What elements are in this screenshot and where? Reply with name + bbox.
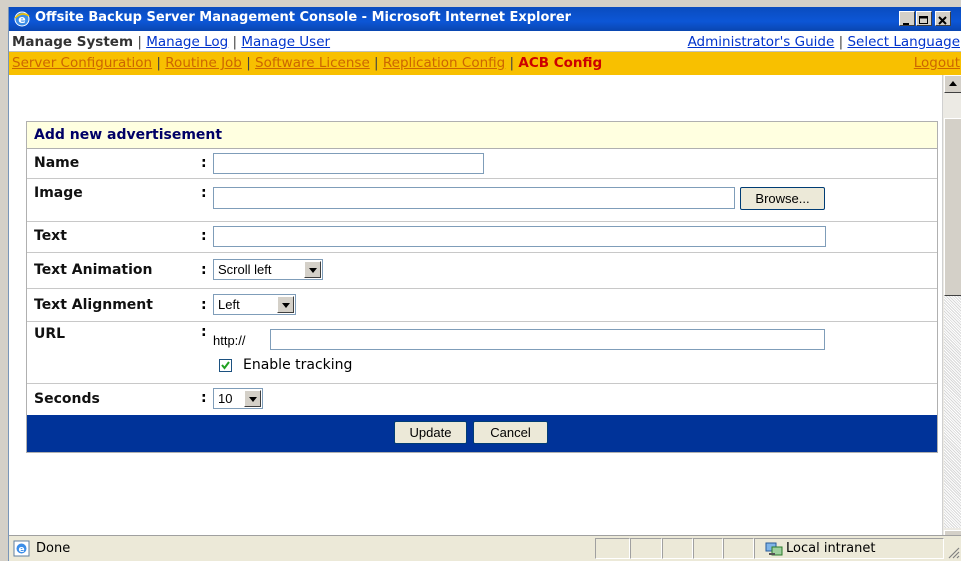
checkmark-icon [221, 361, 230, 370]
url-input[interactable] [270, 329, 825, 350]
scroll-up-button[interactable] [944, 75, 961, 93]
status-cell [630, 538, 662, 559]
nav-manage-user[interactable]: Manage User [241, 34, 330, 50]
row-name: Name : [27, 149, 937, 179]
main-nav: Manage System | Manage Log | Manage User… [9, 31, 961, 52]
status-bar: e Done Local intranet [9, 535, 961, 561]
text-animation-label: Text Animation [34, 262, 153, 278]
nav-manage-system: Manage System [12, 34, 134, 50]
update-button[interactable]: Update [394, 421, 467, 444]
nav-manage-log[interactable]: Manage Log [146, 34, 228, 50]
url-prefix: http:// [213, 333, 246, 348]
close-icon [938, 16, 947, 25]
minimize-button[interactable] [899, 11, 915, 26]
text-alignment-value: Left [218, 297, 240, 312]
resize-grip-icon[interactable] [947, 546, 960, 559]
image-label: Image [34, 185, 83, 201]
name-input[interactable] [213, 153, 484, 174]
sub-nav: Server Configuration | Routine Job | Sof… [9, 52, 961, 75]
scrollbar-thumb[interactable] [944, 118, 961, 296]
logout-link[interactable]: Logout [914, 55, 960, 71]
row-text-animation: Text Animation : Scroll left [27, 253, 937, 289]
nav-software-license[interactable]: Software License [255, 55, 370, 71]
name-label: Name [34, 155, 80, 171]
text-alignment-select[interactable]: Left [213, 294, 296, 315]
maximize-button[interactable] [916, 11, 932, 26]
text-animation-select[interactable]: Scroll left [213, 259, 323, 280]
nav-administrators-guide[interactable]: Administrator's Guide [688, 34, 835, 50]
enable-tracking-label: Enable tracking [243, 357, 353, 373]
arrow-up-icon [949, 81, 957, 86]
browser-window: e Offsite Backup Server Management Conso… [8, 7, 961, 561]
maximize-icon [919, 16, 928, 24]
window-title: Offsite Backup Server Management Console… [35, 10, 572, 25]
page-done-icon: e [13, 540, 30, 557]
vertical-scrollbar[interactable] [942, 75, 961, 548]
row-text: Text : [27, 222, 937, 253]
status-cell [662, 538, 693, 559]
local-intranet-icon [765, 542, 783, 556]
status-cell [723, 538, 754, 559]
chevron-down-icon [304, 261, 321, 278]
scrollbar-track[interactable] [944, 296, 961, 528]
text-input[interactable] [213, 226, 826, 247]
nav-routine-job[interactable]: Routine Job [165, 55, 242, 71]
row-seconds: Seconds : 10 [27, 384, 937, 415]
nav-replication-config[interactable]: Replication Config [383, 55, 505, 71]
nav-acb-config: ACB Config [518, 55, 603, 71]
text-animation-value: Scroll left [218, 262, 272, 277]
cancel-button[interactable]: Cancel [473, 421, 548, 444]
minimize-icon [903, 23, 909, 25]
form-actions: Update Cancel [27, 415, 937, 452]
nav-server-configuration[interactable]: Server Configuration [12, 55, 152, 71]
text-alignment-label: Text Alignment [34, 297, 153, 313]
form-title: Add new advertisement [27, 122, 937, 149]
zone-text: Local intranet [786, 541, 876, 556]
internet-explorer-icon: e [14, 11, 30, 27]
nav-select-language[interactable]: Select Language [847, 34, 960, 50]
svg-text:e: e [18, 545, 24, 555]
seconds-select[interactable]: 10 [213, 388, 263, 409]
status-text: Done [36, 541, 71, 556]
title-bar: e Offsite Backup Server Management Conso… [9, 7, 961, 31]
browse-button[interactable]: Browse... [740, 187, 825, 210]
status-cell [595, 538, 630, 559]
enable-tracking-checkbox[interactable] [219, 359, 232, 372]
image-file-input[interactable] [213, 187, 735, 209]
page-content: Add new advertisement Name : Image : Bro… [9, 75, 942, 548]
url-label: URL [34, 326, 66, 342]
row-image: Image : Browse... [27, 179, 937, 222]
seconds-label: Seconds [34, 391, 100, 407]
chevron-down-icon [277, 296, 294, 313]
row-text-alignment: Text Alignment : Left [27, 289, 937, 322]
seconds-value: 10 [218, 391, 233, 406]
add-advertisement-form: Add new advertisement Name : Image : Bro… [26, 121, 938, 453]
row-url: URL : http:// Enable tracking [27, 322, 937, 384]
text-label: Text [34, 228, 67, 244]
close-button[interactable] [935, 11, 951, 26]
status-cell [693, 538, 723, 559]
chevron-down-icon [244, 390, 261, 407]
